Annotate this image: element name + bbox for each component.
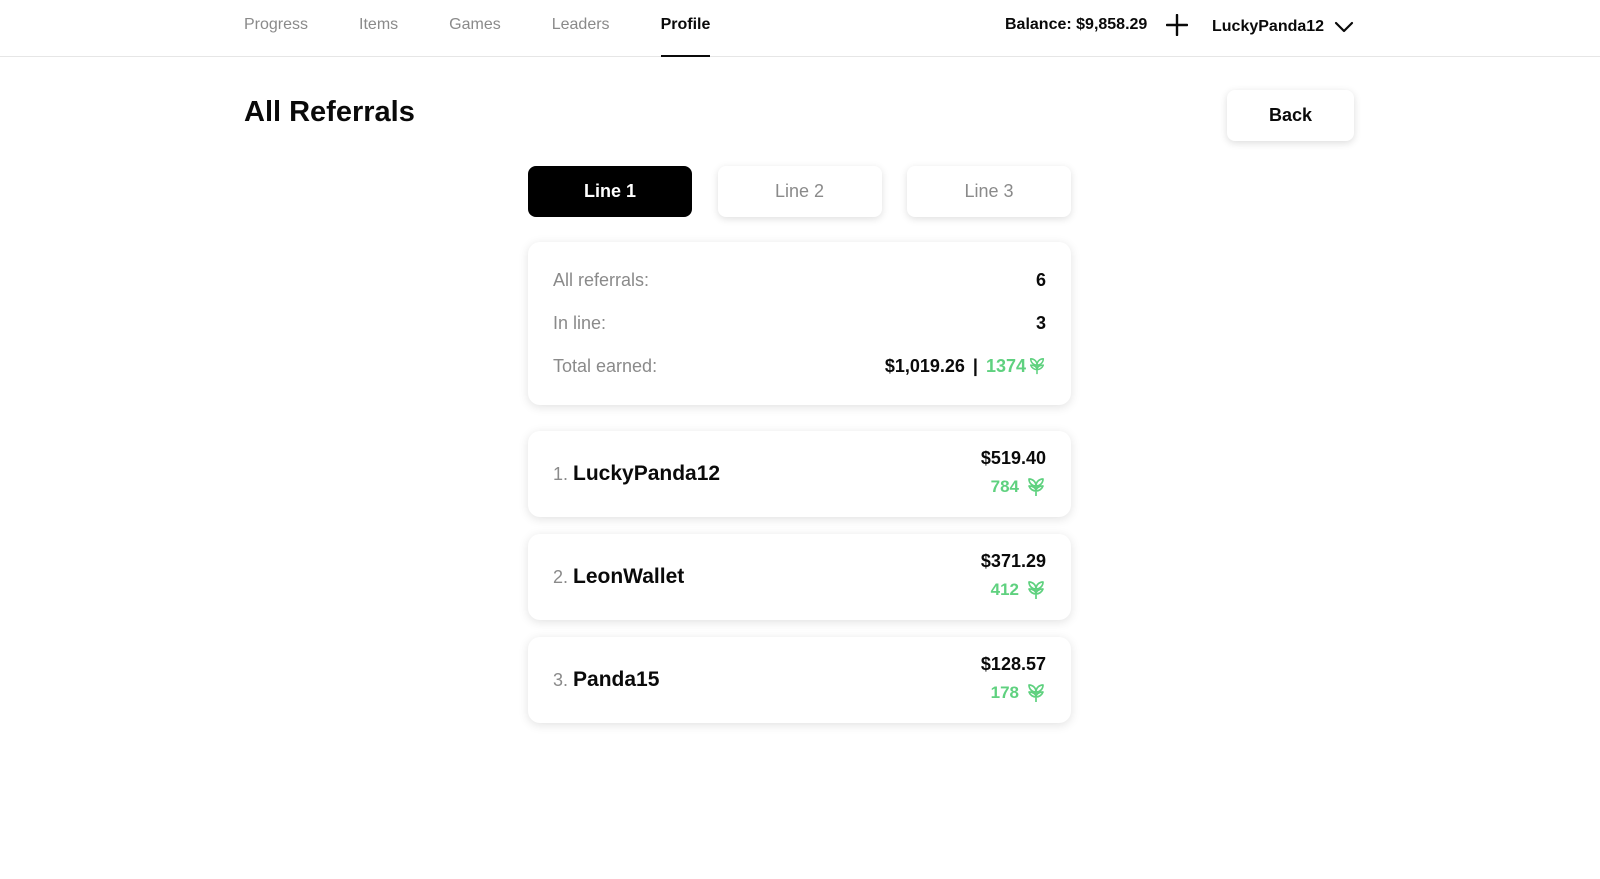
tab-line-1[interactable]: Line 1 (528, 166, 692, 217)
total-earned-points: 1374 (985, 355, 1026, 376)
referral-identity: 3. Panda15 (553, 668, 659, 692)
back-button[interactable]: Back (1227, 90, 1354, 141)
tab-line-2[interactable]: Line 2 (717, 166, 882, 217)
leaf-icon (1028, 684, 1044, 702)
user-menu[interactable]: LuckyPanda12 (1212, 12, 1354, 42)
referral-points: 784 (990, 477, 1019, 496)
summary-row-all-referrals: All referrals: 6 (553, 268, 1046, 292)
referral-points-row: 784 (981, 477, 1046, 497)
referral-usd: $519.40 (980, 448, 1046, 468)
referral-row[interactable]: 3. Panda15 $128.57 178 (528, 637, 1071, 723)
nav-item-profile[interactable]: Profile (660, 0, 710, 57)
referral-identity: 1. LuckyPanda12 (553, 462, 720, 486)
top-navigation-bar: Progress Items Games Leaders Profile Bal… (0, 0, 1600, 57)
total-earned-usd: $1,019.26 (884, 355, 965, 376)
referral-row[interactable]: 2. LeonWallet $371.29 412 (528, 534, 1071, 620)
summary-row-total-earned: Total earned: $1,019.26 | 1374 (553, 354, 1046, 378)
total-earned-value: $1,019.26 | 1374 (885, 356, 1046, 377)
referral-points: 178 (990, 683, 1019, 702)
page-title: All Referrals (244, 96, 415, 128)
line-tabs: Line 1 Line 2 Line 3 (528, 166, 1071, 217)
total-earned-label: Total earned: (553, 355, 658, 376)
main-nav: Progress Items Games Leaders Profile (244, 0, 761, 57)
referral-index: 3. (553, 670, 569, 690)
leaf-icon (1028, 581, 1044, 599)
referral-name: LuckyPanda12 (573, 462, 721, 485)
referral-index: 2. (553, 567, 569, 587)
referral-points-row: 412 (981, 580, 1046, 600)
referral-usd: $371.29 (980, 551, 1046, 571)
username: LuckyPanda12 (1212, 18, 1325, 35)
referral-name: LeonWallet (573, 565, 685, 588)
referral-name: Panda15 (573, 668, 660, 691)
referral-points-row: 178 (981, 683, 1046, 703)
in-line-value: 3 (1035, 312, 1046, 333)
leaf-icon (1028, 478, 1044, 496)
nav-item-items[interactable]: Items (359, 0, 398, 53)
value-separator: | (972, 355, 978, 376)
referral-row[interactable]: 1. LuckyPanda12 $519.40 784 (528, 431, 1071, 517)
referral-usd: $128.57 (980, 654, 1046, 674)
referral-index: 1. (553, 464, 569, 484)
plus-icon[interactable] (1166, 14, 1188, 36)
referral-earnings: $371.29 412 (981, 551, 1046, 600)
referral-earnings: $519.40 784 (981, 448, 1046, 497)
in-line-label: In line: (553, 312, 607, 333)
leaf-icon (1029, 358, 1045, 375)
chevron-down-icon (1334, 21, 1354, 33)
all-referrals-label: All referrals: (553, 269, 650, 290)
nav-item-games[interactable]: Games (449, 0, 501, 53)
referral-identity: 2. LeonWallet (553, 565, 684, 589)
referral-points: 412 (990, 580, 1019, 599)
nav-item-progress[interactable]: Progress (244, 0, 308, 53)
balance-display: Balance: $9,858.29 (1005, 16, 1148, 33)
tab-line-3[interactable]: Line 3 (907, 166, 1071, 217)
referral-earnings: $128.57 178 (981, 654, 1046, 703)
nav-item-leaders[interactable]: Leaders (552, 0, 610, 53)
all-referrals-value: 6 (1035, 269, 1046, 290)
summary-row-in-line: In line: 3 (553, 311, 1046, 335)
referral-summary-card: All referrals: 6 In line: 3 Total earned… (528, 242, 1071, 405)
